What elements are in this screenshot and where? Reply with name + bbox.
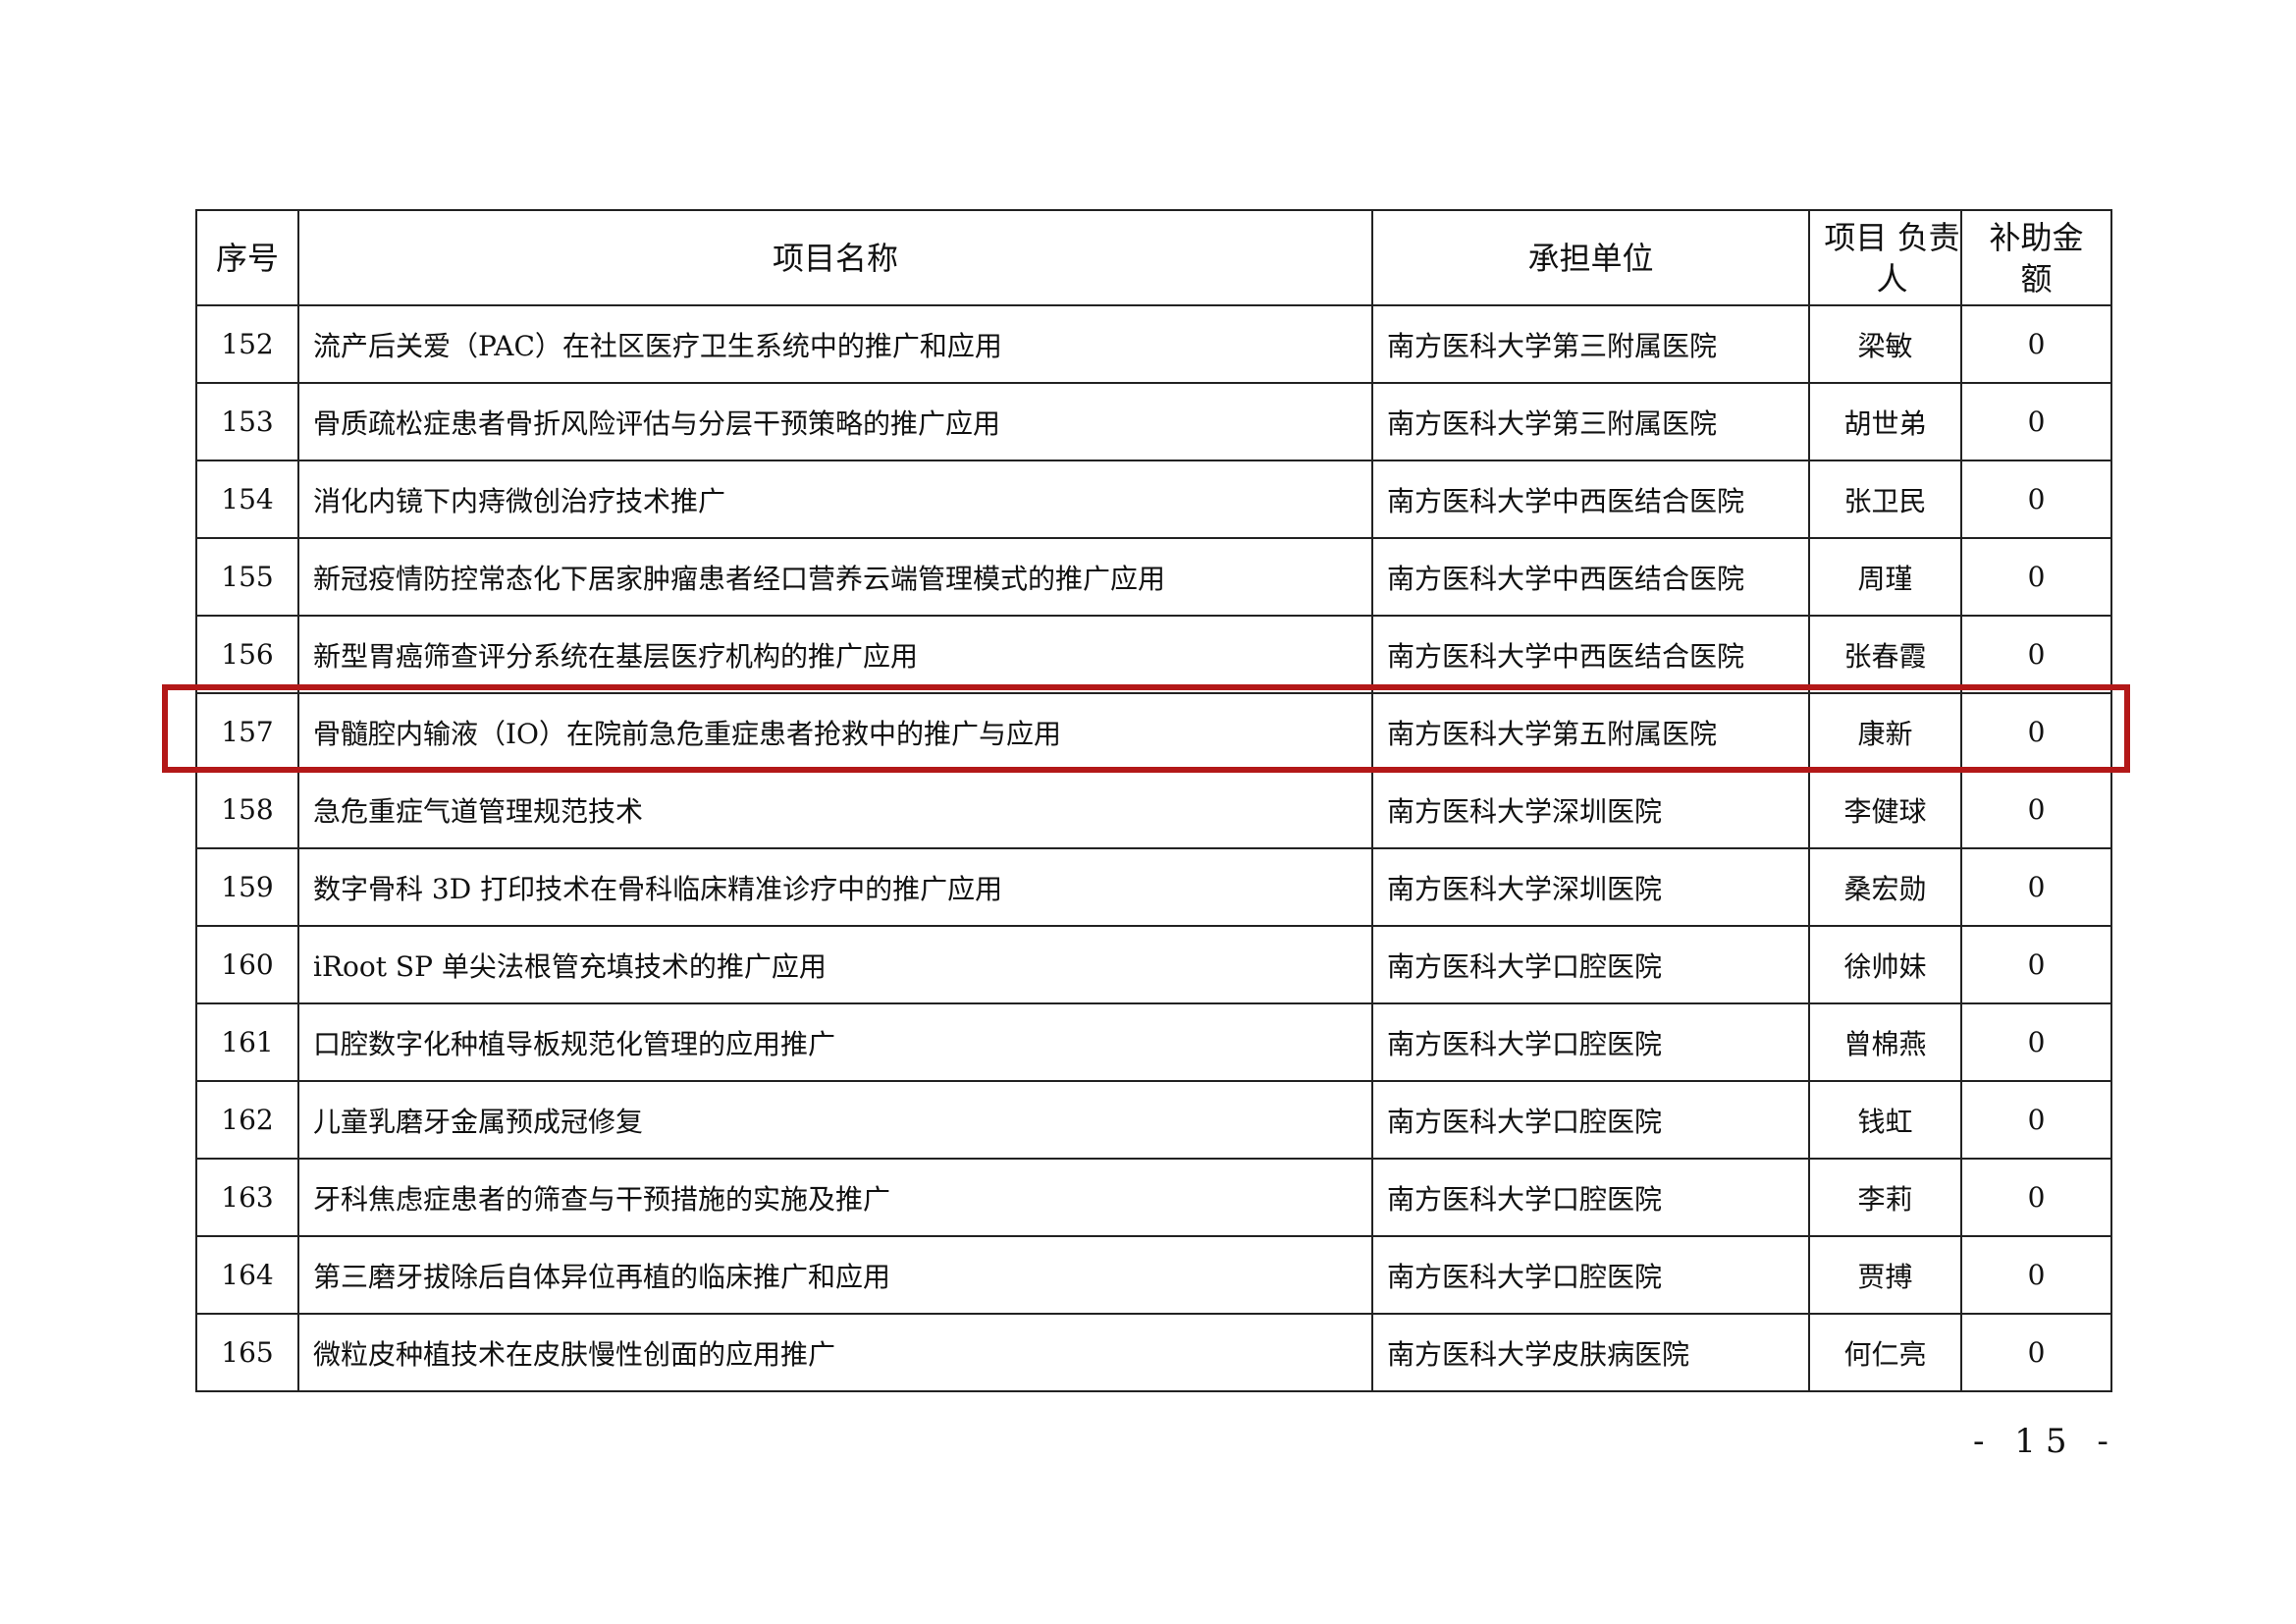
row-amount-cell: 0 bbox=[1960, 770, 2112, 849]
header-name: 项目名称 bbox=[297, 209, 1373, 306]
table-row: 155 新冠疫情防控常态化下居家肿瘤患者经口营养云端管理模式的推广应用 南方医科大学… bbox=[195, 537, 2112, 617]
table-row: 157 骨髓腔内输液（IO）在院前急危重症患者抢救中的推广与应用 南方医科大学第五附… bbox=[195, 692, 2112, 772]
row-person-cell: 张春霞 bbox=[1808, 615, 1962, 694]
row-person-cell: 李健球 bbox=[1808, 770, 1962, 849]
row-person-cell: 康新 bbox=[1808, 692, 1962, 772]
row-unit-cell: 南方医科大学深圳医院 bbox=[1371, 770, 1810, 849]
row-name-cell: 微粒皮种植技术在皮肤慢性创面的应用推广 bbox=[297, 1313, 1373, 1392]
header-amount-label: 补助金额 bbox=[1989, 218, 2084, 298]
row-num-cell: 152 bbox=[195, 304, 299, 384]
row-amount-cell: 0 bbox=[1960, 925, 2112, 1004]
row-amount-cell: 0 bbox=[1960, 304, 2112, 384]
header-amount: 补助金额 bbox=[1960, 209, 2112, 306]
row-person-cell: 周瑾 bbox=[1808, 537, 1962, 617]
row-num-cell: 163 bbox=[195, 1158, 299, 1237]
table-body: 152 流产后关爱（PAC）在社区医疗卫生系统中的推广和应用 南方医科大学第三附属医… bbox=[195, 304, 2112, 1392]
row-num-cell: 161 bbox=[195, 1002, 299, 1082]
table-row: 163 牙科焦虑症患者的筛查与干预措施的实施及推广 南方医科大学口腔医院 李莉 0 bbox=[195, 1158, 2112, 1237]
row-unit-cell: 南方医科大学口腔医院 bbox=[1371, 1002, 1810, 1082]
header-person-label: 项目 负责人 bbox=[1824, 218, 1960, 298]
table-row: 159 数字骨科 3D 打印技术在骨科临床精准诊疗中的推广应用 南方医科大学深圳医院… bbox=[195, 847, 2112, 927]
row-amount-cell: 0 bbox=[1960, 1158, 2112, 1237]
row-amount-cell: 0 bbox=[1960, 847, 2112, 927]
row-name-cell: 新冠疫情防控常态化下居家肿瘤患者经口营养云端管理模式的推广应用 bbox=[297, 537, 1373, 617]
row-person-cell: 桑宏勋 bbox=[1808, 847, 1962, 927]
row-num-cell: 155 bbox=[195, 537, 299, 617]
header-person: 项目 负责人 bbox=[1808, 209, 1962, 306]
row-name-cell: 骨质疏松症患者骨折风险评估与分层干预策略的推广应用 bbox=[297, 382, 1373, 461]
table-row: 156 新型胃癌筛查评分系统在基层医疗机构的推广应用 南方医科大学中西医结合医院 张春… bbox=[195, 615, 2112, 694]
row-unit-cell: 南方医科大学中西医结合医院 bbox=[1371, 615, 1810, 694]
row-person-cell: 胡世弟 bbox=[1808, 382, 1962, 461]
row-person-cell: 张卫民 bbox=[1808, 460, 1962, 539]
row-num-cell: 160 bbox=[195, 925, 299, 1004]
row-person-cell: 贾搏 bbox=[1808, 1235, 1962, 1315]
row-name-cell: 口腔数字化种植导板规范化管理的应用推广 bbox=[297, 1002, 1373, 1082]
row-name-cell: 儿童乳磨牙金属预成冠修复 bbox=[297, 1080, 1373, 1160]
row-unit-cell: 南方医科大学口腔医院 bbox=[1371, 1235, 1810, 1315]
row-person-cell: 徐帅妹 bbox=[1808, 925, 1962, 1004]
table-row: 152 流产后关爱（PAC）在社区医疗卫生系统中的推广和应用 南方医科大学第三附属医… bbox=[195, 304, 2112, 384]
table-row: 154 消化内镜下内痔微创治疗技术推广 南方医科大学中西医结合医院 张卫民 0 bbox=[195, 460, 2112, 539]
row-num-cell: 156 bbox=[195, 615, 299, 694]
row-num-cell: 162 bbox=[195, 1080, 299, 1160]
row-amount-cell: 0 bbox=[1960, 1080, 2112, 1160]
table-row: 158 急危重症气道管理规范技术 南方医科大学深圳医院 李健球 0 bbox=[195, 770, 2112, 849]
row-num-cell: 159 bbox=[195, 847, 299, 927]
row-unit-cell: 南方医科大学第三附属医院 bbox=[1371, 304, 1810, 384]
row-name-cell: iRoot SP 单尖法根管充填技术的推广应用 bbox=[297, 925, 1373, 1004]
row-amount-cell: 0 bbox=[1960, 1002, 2112, 1082]
row-name-cell: 流产后关爱（PAC）在社区医疗卫生系统中的推广和应用 bbox=[297, 304, 1373, 384]
row-unit-cell: 南方医科大学皮肤病医院 bbox=[1371, 1313, 1810, 1392]
row-amount-cell: 0 bbox=[1960, 615, 2112, 694]
row-person-cell: 钱虹 bbox=[1808, 1080, 1962, 1160]
row-unit-cell: 南方医科大学口腔医院 bbox=[1371, 1158, 1810, 1237]
row-num-cell: 164 bbox=[195, 1235, 299, 1315]
row-name-cell: 骨髓腔内输液（IO）在院前急危重症患者抢救中的推广与应用 bbox=[297, 692, 1373, 772]
table-row: 165 微粒皮种植技术在皮肤慢性创面的应用推广 南方医科大学皮肤病医院 何仁亮 0 bbox=[195, 1313, 2112, 1392]
row-amount-cell: 0 bbox=[1960, 537, 2112, 617]
table-row: 153 骨质疏松症患者骨折风险评估与分层干预策略的推广应用 南方医科大学第三附属医院… bbox=[195, 382, 2112, 461]
row-unit-cell: 南方医科大学深圳医院 bbox=[1371, 847, 1810, 927]
table-header-row: 序号 项目名称 承担单位 项目 负责人 补助金额 bbox=[195, 209, 2112, 306]
row-amount-cell: 0 bbox=[1960, 1313, 2112, 1392]
row-unit-cell: 南方医科大学第三附属医院 bbox=[1371, 382, 1810, 461]
row-unit-cell: 南方医科大学口腔医院 bbox=[1371, 925, 1810, 1004]
project-table: 序号 项目名称 承担单位 项目 负责人 补助金额 152 流产后关爱（PAC）在社… bbox=[195, 209, 2112, 1392]
row-unit-cell: 南方医科大学中西医结合医院 bbox=[1371, 460, 1810, 539]
row-num-cell: 165 bbox=[195, 1313, 299, 1392]
row-unit-cell: 南方医科大学中西医结合医院 bbox=[1371, 537, 1810, 617]
table-row: 162 儿童乳磨牙金属预成冠修复 南方医科大学口腔医院 钱虹 0 bbox=[195, 1080, 2112, 1160]
row-unit-cell: 南方医科大学第五附属医院 bbox=[1371, 692, 1810, 772]
row-amount-cell: 0 bbox=[1960, 692, 2112, 772]
row-num-cell: 154 bbox=[195, 460, 299, 539]
row-person-cell: 何仁亮 bbox=[1808, 1313, 1962, 1392]
row-name-cell: 数字骨科 3D 打印技术在骨科临床精准诊疗中的推广应用 bbox=[297, 847, 1373, 927]
row-person-cell: 曾棉燕 bbox=[1808, 1002, 1962, 1082]
row-num-cell: 158 bbox=[195, 770, 299, 849]
row-name-cell: 新型胃癌筛查评分系统在基层医疗机构的推广应用 bbox=[297, 615, 1373, 694]
row-person-cell: 李莉 bbox=[1808, 1158, 1962, 1237]
row-person-cell: 梁敏 bbox=[1808, 304, 1962, 384]
row-name-cell: 第三磨牙拔除后自体异位再植的临床推广和应用 bbox=[297, 1235, 1373, 1315]
row-amount-cell: 0 bbox=[1960, 1235, 2112, 1315]
row-num-cell: 157 bbox=[195, 692, 299, 772]
row-amount-cell: 0 bbox=[1960, 382, 2112, 461]
table-row: 160 iRoot SP 单尖法根管充填技术的推广应用 南方医科大学口腔医院 徐帅妹 0 bbox=[195, 925, 2112, 1004]
row-amount-cell: 0 bbox=[1960, 460, 2112, 539]
table-row: 164 第三磨牙拔除后自体异位再植的临床推广和应用 南方医科大学口腔医院 贾搏 0 bbox=[195, 1235, 2112, 1315]
row-unit-cell: 南方医科大学口腔医院 bbox=[1371, 1080, 1810, 1160]
header-unit: 承担单位 bbox=[1371, 209, 1810, 306]
row-name-cell: 牙科焦虑症患者的筛查与干预措施的实施及推广 bbox=[297, 1158, 1373, 1237]
table-row: 161 口腔数字化种植导板规范化管理的应用推广 南方医科大学口腔医院 曾棉燕 0 bbox=[195, 1002, 2112, 1082]
header-num: 序号 bbox=[195, 209, 299, 306]
row-num-cell: 153 bbox=[195, 382, 299, 461]
page-number: - 15 - bbox=[1973, 1422, 2118, 1461]
row-name-cell: 急危重症气道管理规范技术 bbox=[297, 770, 1373, 849]
row-name-cell: 消化内镜下内痔微创治疗技术推广 bbox=[297, 460, 1373, 539]
